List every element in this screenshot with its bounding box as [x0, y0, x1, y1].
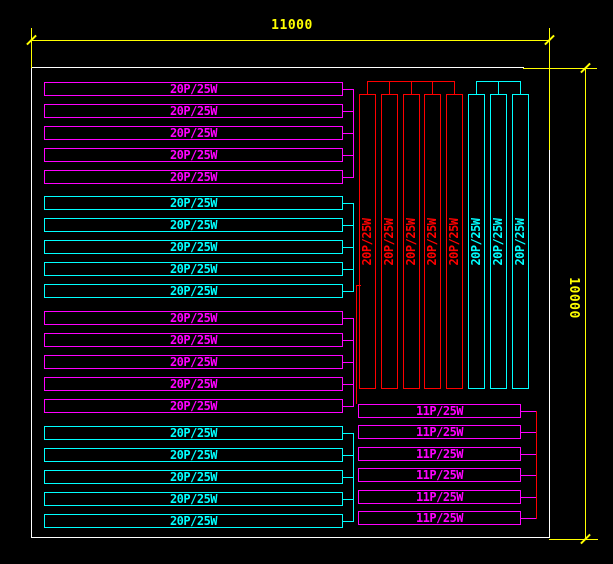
comb-line: [476, 81, 521, 82]
connector-stub: [343, 177, 353, 178]
connector-stub: [343, 340, 353, 341]
vertical-bus-bar-label: 20P/25W: [425, 202, 439, 282]
connector-stub: [343, 155, 353, 156]
bus-bar: 20P/25W: [44, 218, 343, 232]
extension-line-width-right: [549, 28, 550, 150]
connector-stub: [343, 477, 353, 478]
comb-stub: [432, 81, 433, 94]
bus-bar: 20P/25W: [44, 311, 343, 325]
comb-line: [367, 81, 455, 82]
comb-stub: [476, 81, 477, 94]
dimension-line-width: [31, 40, 549, 41]
connector-stub: [343, 521, 353, 522]
bus-bar: 20P/25W: [44, 399, 343, 413]
connector-stub: [521, 518, 536, 519]
connector-stub: [343, 318, 353, 319]
vertical-bus-bar-label: 20P/25W: [513, 202, 527, 282]
width-dimension-label: 11000: [262, 18, 322, 33]
bus-bar: 20P/25W: [44, 104, 343, 118]
connector-stub: [343, 247, 353, 248]
comb-stub: [498, 81, 499, 94]
bus-bar: 20P/25W: [44, 492, 343, 506]
connector-stub: [343, 362, 353, 363]
bus-bar: 20P/25W: [44, 448, 343, 462]
bus-bar: 11P/25W: [358, 468, 521, 482]
connector-stub: [343, 291, 353, 292]
comb-stub: [454, 81, 455, 94]
connector-stub: [343, 384, 353, 385]
bus-bar: 11P/25W: [358, 490, 521, 504]
bus-bar: 20P/25W: [44, 240, 343, 254]
bus-bar: 11P/25W: [358, 425, 521, 439]
border-right: [549, 150, 550, 538]
comb-stub: [411, 81, 412, 94]
dimension-line-height: [585, 68, 586, 539]
connector-stub: [521, 432, 536, 433]
connector-stub: [343, 133, 353, 134]
extension-line-height-bottom: [549, 539, 598, 540]
trunk-line: [353, 433, 354, 522]
bus-bar: 20P/25W: [44, 148, 343, 162]
border-bottom: [31, 537, 550, 538]
trunk-line: [353, 203, 354, 292]
vertical-bus-bar-label: 20P/25W: [404, 202, 418, 282]
connector-stub: [521, 411, 536, 412]
vertical-bus-bar-label: 20P/25W: [469, 202, 483, 282]
comb-stub: [389, 81, 390, 94]
bus-bar: 20P/25W: [44, 377, 343, 391]
connector-stub: [343, 433, 353, 434]
border-top: [31, 67, 524, 68]
bus-bar: 20P/25W: [44, 333, 343, 347]
bus-bar: 20P/25W: [44, 170, 343, 184]
trunk-line: [353, 89, 354, 178]
connector-stub: [521, 454, 536, 455]
bus-bar: 20P/25W: [44, 514, 343, 528]
connector-stub: [343, 455, 353, 456]
connector-stub: [521, 497, 536, 498]
feeder-line: [356, 285, 357, 404]
comb-stub: [520, 81, 521, 94]
connector-stub: [343, 269, 353, 270]
bus-bar: 20P/25W: [44, 126, 343, 140]
vertical-bus-bar-label: 20P/25W: [360, 202, 374, 282]
bus-bar: 11P/25W: [358, 511, 521, 525]
trunk-line: [536, 411, 537, 519]
cad-canvas: 11000 10000 20P/25W 20P/25W 20P/25W 20P/25W…: [0, 0, 613, 564]
vertical-bus-bar-label: 20P/25W: [447, 202, 461, 282]
connector-stub: [343, 499, 353, 500]
bus-bar: 20P/25W: [44, 284, 343, 298]
vertical-bus-bar-label: 20P/25W: [382, 202, 396, 282]
bus-bar: 20P/25W: [44, 355, 343, 369]
bus-bar: 20P/25W: [44, 262, 343, 276]
border-left: [31, 67, 32, 538]
bus-bar: 20P/25W: [44, 426, 343, 440]
comb-stub: [367, 81, 368, 94]
bus-bar: 11P/25W: [358, 447, 521, 461]
connector-stub: [343, 111, 353, 112]
bus-bar: 20P/25W: [44, 470, 343, 484]
connector-stub: [521, 475, 536, 476]
bus-bar: 20P/25W: [44, 82, 343, 96]
height-dimension-label: 10000: [566, 258, 580, 338]
bus-bar: 20P/25W: [44, 196, 343, 210]
bus-bar: 11P/25W: [358, 404, 521, 418]
connector-stub: [343, 203, 353, 204]
vertical-bus-bar-label: 20P/25W: [491, 202, 505, 282]
connector-stub: [343, 225, 353, 226]
extension-line-width-left: [31, 28, 32, 68]
trunk-line: [353, 318, 354, 407]
connector-stub: [343, 89, 353, 90]
connector-stub: [343, 406, 353, 407]
